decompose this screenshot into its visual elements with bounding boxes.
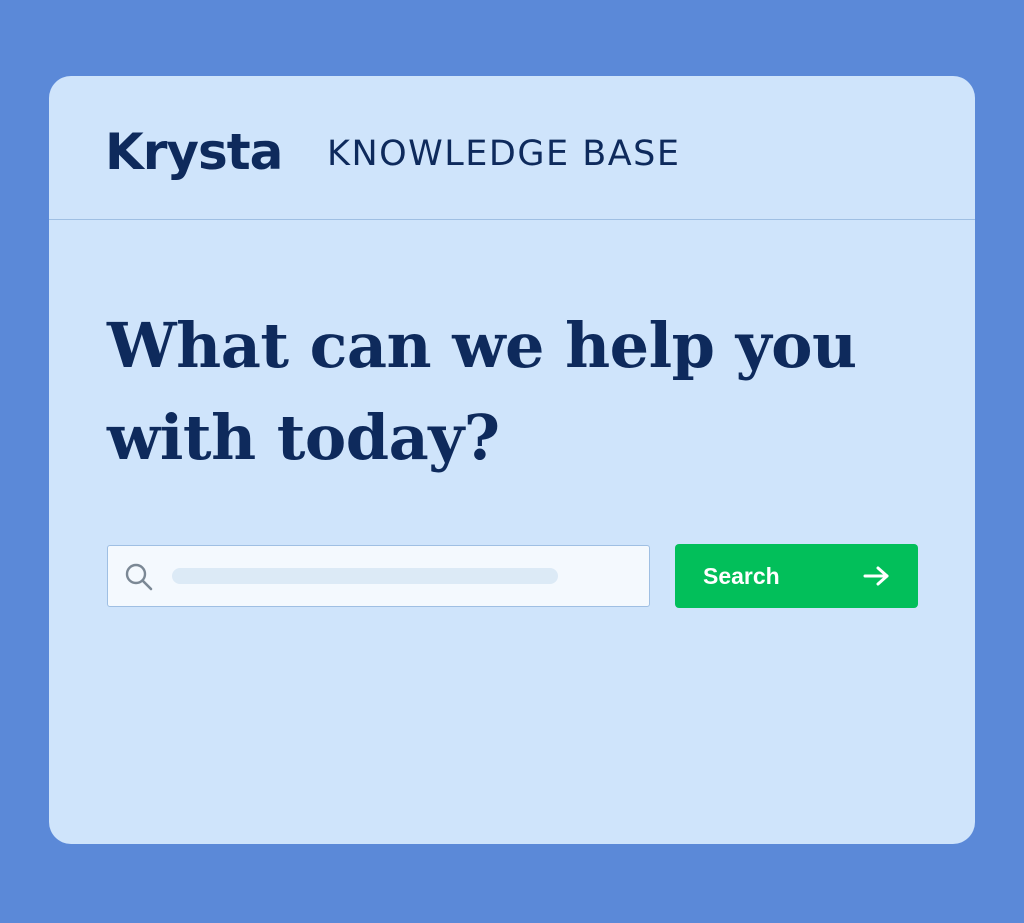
search-icon bbox=[124, 562, 154, 592]
search-button[interactable]: Search bbox=[675, 544, 918, 608]
krysta-logo[interactable]: Krysta bbox=[105, 120, 283, 184]
knowledge-base-label: KNOWLEDGE BASE bbox=[327, 134, 681, 174]
search-bar[interactable] bbox=[107, 545, 650, 607]
search-input[interactable] bbox=[170, 558, 630, 594]
page-headline: What can we help you with today? bbox=[107, 309, 857, 474]
site-header: Krysta KNOWLEDGE BASE bbox=[49, 76, 975, 220]
arrow-right-icon bbox=[863, 563, 891, 589]
knowledge-base-card: Krysta KNOWLEDGE BASE What can we help y… bbox=[49, 76, 975, 844]
search-button-label: Search bbox=[703, 563, 780, 589]
